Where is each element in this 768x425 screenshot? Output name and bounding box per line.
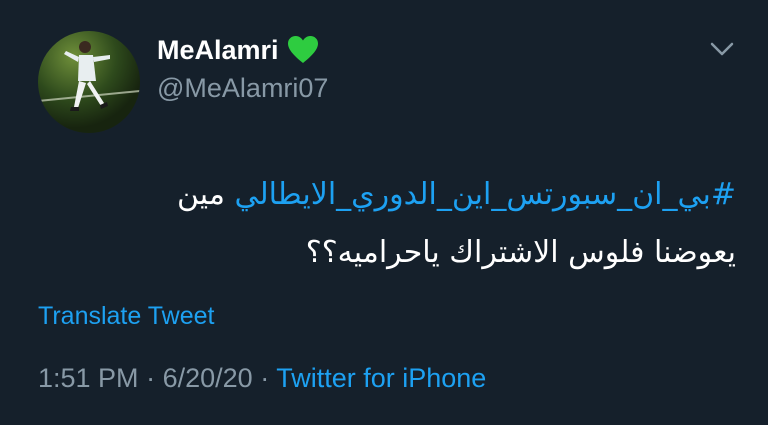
tweet-time[interactable]: 1:51 PM [38,363,139,393]
tweet-text: #بي_ان_سبورتس_اين_الدوري_الايطالي مين يع… [40,166,736,282]
meta-separator: · [146,363,156,393]
meta-separator: · [260,363,270,393]
tweet-date[interactable]: 6/20/20 [163,363,253,393]
display-name-text[interactable]: MeAlamri [157,33,279,67]
tweet-line-2: يعوضنا فلوس الاشتراك ياحراميه؟؟ [305,235,736,270]
translate-tweet-link[interactable]: Translate Tweet [38,300,214,332]
tweet-meta: 1:51 PM · 6/20/20 · Twitter for iPhone [38,361,486,395]
tweet-text-prefix: مين [176,177,225,212]
chevron-down-icon[interactable] [708,38,736,60]
tweet-source-link[interactable]: Twitter for iPhone [276,363,486,393]
tweet-line-1: #بي_ان_سبورتس_اين_الدوري_الايطالي مين [40,166,736,224]
tweet-hashtag[interactable]: #بي_ان_سبورتس_اين_الدوري_الايطالي [234,177,736,212]
user-handle[interactable]: @MeAlamri07 [157,71,328,105]
display-name[interactable]: MeAlamri [157,33,319,67]
green-heart-icon [287,35,319,65]
avatar[interactable] [38,31,140,133]
